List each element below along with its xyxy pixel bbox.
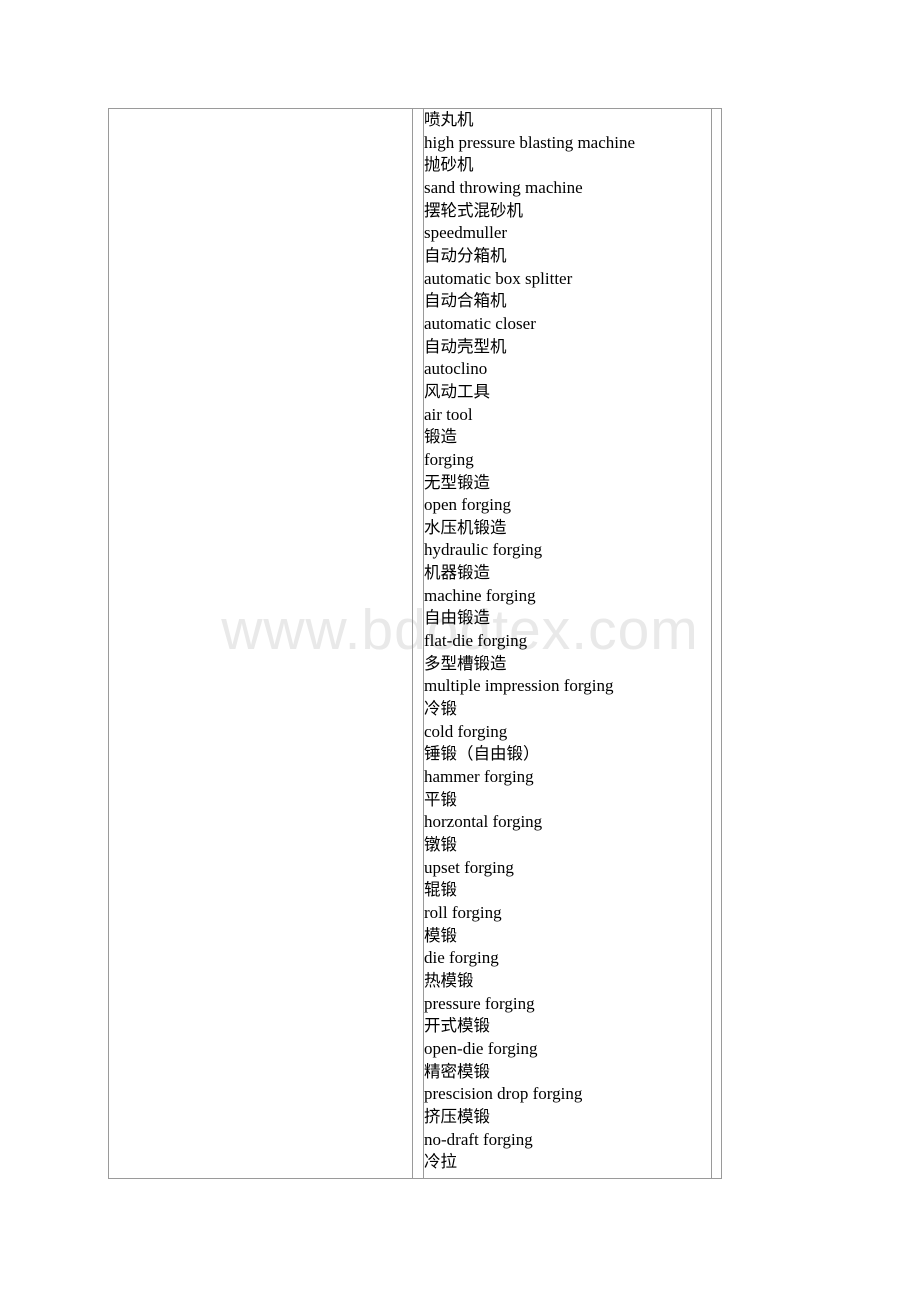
glossary-term-en: flat-die forging <box>424 631 528 651</box>
glossary-term-en: upset forging <box>424 857 514 877</box>
glossary-term-zh: 喷丸机 <box>424 110 474 129</box>
table-row: 喷丸机 high pressure blasting machine 抛砂机 sand… <box>108 108 722 1179</box>
glossary-term-en: high pressure blasting machine <box>424 132 636 152</box>
glossary-term-zh: 锤锻（自由锻） <box>424 744 540 764</box>
glossary-term-en: cold forging <box>424 721 508 741</box>
glossary-term-en: open-die forging <box>424 1038 538 1058</box>
glossary-term-zh: 无型锻造 <box>424 472 491 492</box>
glossary-term-zh: 水压机锻造 <box>424 517 507 537</box>
glossary-term-zh: 抛砂机 <box>424 155 474 175</box>
glossary-term-zh: 自动壳型机 <box>424 336 507 356</box>
glossary-term-en: sand throwing machine <box>424 177 583 197</box>
glossary-term-en: automatic box splitter <box>424 268 573 288</box>
glossary-term-en: autoclino <box>424 359 488 379</box>
glossary-cell: 喷丸机 high pressure blasting machine 抛砂机 sand… <box>423 108 712 1179</box>
glossary-term-zh: 风动工具 <box>424 381 491 401</box>
glossary-term-zh: 辊锻 <box>424 880 458 900</box>
glossary-term-zh: 锻造 <box>424 427 458 447</box>
glossary-term-zh: 自动合箱机 <box>424 291 507 311</box>
glossary-term-en: hydraulic forging <box>424 540 543 560</box>
document-page: www.bdodtex.com 喷丸机 high pressure blastin… <box>0 0 920 1302</box>
glossary-term-en: forging <box>424 449 474 469</box>
glossary-term-zh: 冷锻 <box>424 699 458 719</box>
glossary-term-en: horzontal forging <box>424 812 543 832</box>
glossary-term-en: prescision drop forging <box>424 1084 583 1104</box>
glossary-term-en: no-draft forging <box>424 1129 533 1149</box>
glossary-term-zh: 机器锻造 <box>424 563 491 583</box>
glossary-term-zh: 多型槽锻造 <box>424 653 507 673</box>
glossary-term-zh: 挤压模锻 <box>424 1106 491 1126</box>
glossary-term-en: die forging <box>424 948 499 968</box>
glossary-table: 喷丸机 high pressure blasting machine 抛砂机 sand… <box>108 108 722 1179</box>
glossary-term-en: roll forging <box>424 902 502 922</box>
glossary-term-en: automatic closer <box>424 313 536 333</box>
glossary-term-en: open forging <box>424 495 512 515</box>
glossary-term-en: pressure forging <box>424 993 535 1013</box>
glossary-term-zh: 热模锻 <box>424 970 474 990</box>
glossary-term-zh: 开式模锻 <box>424 1016 491 1036</box>
gap-cell-a <box>412 108 424 1179</box>
glossary-term-zh: 摆轮式混砂机 <box>424 200 524 220</box>
left-empty-cell <box>108 108 413 1179</box>
glossary-term-en: multiple impression forging <box>424 676 614 696</box>
gap-cell-b <box>711 108 722 1179</box>
glossary-term-en: hammer forging <box>424 767 534 787</box>
glossary-term-zh: 冷拉 <box>424 1152 458 1172</box>
glossary-term-zh: 平锻 <box>424 789 458 809</box>
glossary-term-en: air tool <box>424 404 473 424</box>
glossary-term-zh: 精密模锻 <box>424 1061 491 1081</box>
glossary-term-zh: 镦锻 <box>424 835 458 854</box>
glossary-term-zh: 自动分箱机 <box>424 245 507 265</box>
glossary-term-en: machine forging <box>424 585 536 605</box>
glossary-term-zh: 自由锻造 <box>424 608 491 628</box>
glossary-term-zh: 模锻 <box>424 925 458 945</box>
glossary-term-en: speedmuller <box>424 223 508 243</box>
